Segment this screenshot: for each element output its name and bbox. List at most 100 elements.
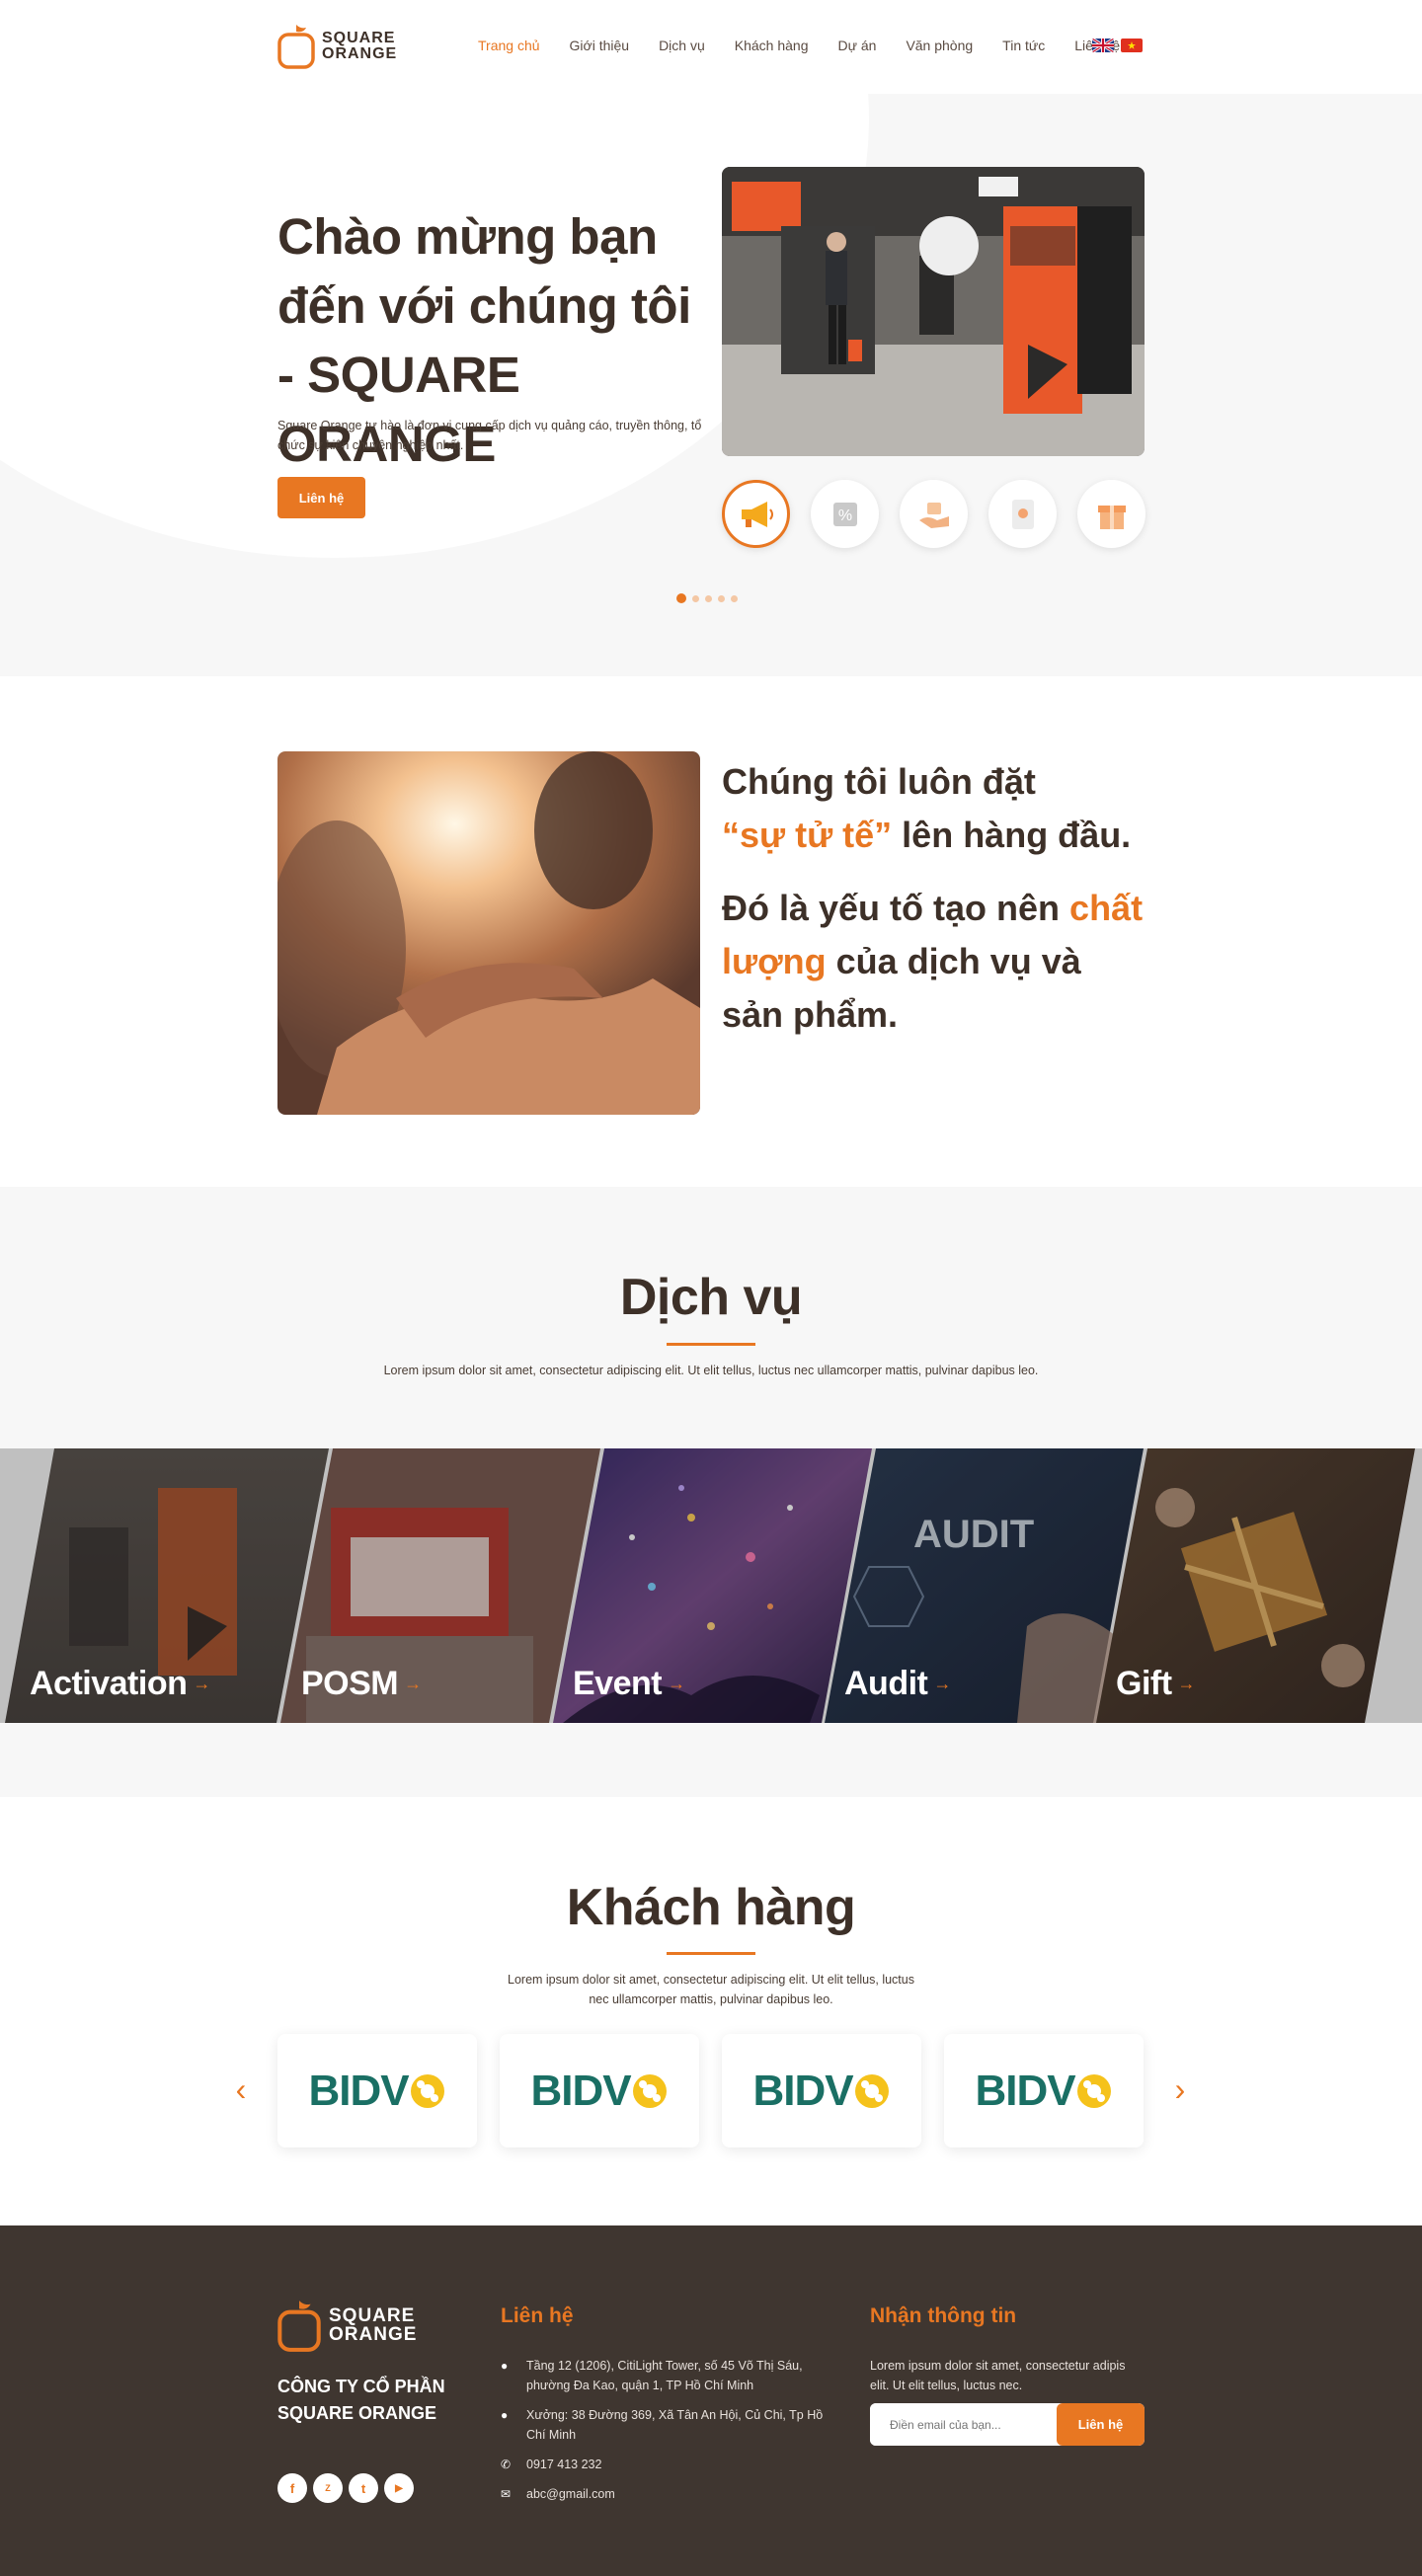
facebook-icon[interactable]: f bbox=[277, 2473, 307, 2503]
values-line-2: Đó là yếu tố tạo nên chất lượng của dịch… bbox=[722, 882, 1146, 1042]
hero-image bbox=[722, 167, 1145, 456]
youtube-icon[interactable]: ▶ bbox=[384, 2473, 414, 2503]
nav-trang-chu[interactable]: Trang chủ bbox=[478, 38, 540, 53]
footer-contact-heading: Liên hệ bbox=[501, 2304, 574, 2327]
client-name: BIDV bbox=[975, 2066, 1075, 2115]
teamwork-hands-image bbox=[277, 751, 700, 1115]
clients-title: Khách hàng bbox=[566, 1879, 856, 1936]
clients-section: Khách hàng Lorem ipsum dolor sit amet, c… bbox=[0, 1797, 1422, 2225]
service-posm-label[interactable]: POSM → bbox=[301, 1665, 422, 1703]
logo[interactable]: SQUARE ORANGE bbox=[277, 23, 397, 69]
client-card[interactable]: BIDV bbox=[722, 2034, 921, 2147]
service-activation-text: Activation bbox=[30, 1665, 188, 1702]
location-pin-icon: ● bbox=[501, 2408, 509, 2422]
hero-slider-dots bbox=[676, 593, 738, 603]
arrow-right-icon: → bbox=[1177, 1674, 1196, 1693]
service-audit-text: Audit bbox=[844, 1665, 928, 1702]
hand-gift-icon[interactable] bbox=[900, 480, 968, 548]
clients-next-arrow-icon[interactable]: › bbox=[1165, 2071, 1195, 2108]
clients-description-line2: nec ullamcorper mattis, pulvinar dapibus… bbox=[589, 1992, 833, 2006]
orange-logo-icon bbox=[277, 2301, 321, 2352]
service-event-label[interactable]: Event → bbox=[573, 1665, 685, 1703]
service-audit-label[interactable]: Audit → bbox=[844, 1665, 951, 1703]
footer-logo[interactable]: SQUARE ORANGE bbox=[277, 2298, 417, 2353]
values-line-1: Chúng tôi luôn đặt “sự tử tế” lên hàng đầ… bbox=[722, 755, 1146, 862]
service-event-text: Event bbox=[573, 1665, 663, 1702]
orange-logo-icon bbox=[277, 25, 315, 69]
flag-uk-icon[interactable] bbox=[1092, 39, 1114, 52]
services-section: Dịch vụ Lorem ipsum dolor sit amet, cons… bbox=[0, 1187, 1422, 1797]
footer-logo-line1: SQUARE bbox=[329, 2305, 416, 2326]
megaphone-icon[interactable] bbox=[722, 480, 790, 548]
newsletter-description: Lorem ipsum dolor sit amet, consectetur … bbox=[870, 2359, 1126, 2392]
bidv-flower-icon bbox=[410, 2073, 444, 2108]
service-activation-label[interactable]: Activation → bbox=[30, 1665, 210, 1703]
twitter-icon[interactable]: t bbox=[349, 2473, 378, 2503]
hero-contact-button[interactable]: Liên hệ bbox=[277, 477, 365, 518]
values-line2-text: Đó là yếu tố tạo nên bbox=[722, 888, 1070, 928]
nav-dich-vu[interactable]: Dịch vụ bbox=[659, 38, 705, 53]
bidv-logo: BIDV bbox=[975, 2067, 1112, 2116]
bidv-flower-icon bbox=[854, 2073, 889, 2108]
svg-text:%: % bbox=[837, 507, 851, 524]
client-name: BIDV bbox=[530, 2066, 631, 2115]
discount-tag-icon[interactable]: % bbox=[811, 480, 879, 548]
gift-box-icon[interactable] bbox=[1077, 480, 1146, 548]
mail-icon: ✉ bbox=[501, 2487, 512, 2501]
slider-dot-3[interactable] bbox=[705, 594, 712, 602]
values-section: Chúng tôi luôn đặt “sự tử tế” lên hàng đầ… bbox=[0, 676, 1422, 1187]
social-links: f Z t ▶ bbox=[277, 2473, 414, 2503]
contact-phone[interactable]: ✆ 0917 413 232 bbox=[501, 2455, 827, 2474]
clients-description-line1: Lorem ipsum dolor sit amet, consectetur … bbox=[508, 1973, 914, 1987]
client-name: BIDV bbox=[752, 2066, 853, 2115]
language-switcher bbox=[1092, 39, 1143, 52]
service-gift-label[interactable]: Gift → bbox=[1116, 1665, 1196, 1703]
nav-du-an[interactable]: Dự án bbox=[837, 38, 876, 53]
footer-contact-list: ● Tầng 12 (1206), CitiLight Tower, số 45 … bbox=[501, 2356, 827, 2514]
values-line1-end: lên hàng đầu. bbox=[892, 815, 1132, 855]
services-description: Lorem ipsum dolor sit amet, consectetur … bbox=[383, 1364, 1039, 1377]
nav-tin-tuc[interactable]: Tin tức bbox=[1002, 38, 1045, 53]
bidv-logo: BIDV bbox=[530, 2067, 668, 2116]
flag-vietnam-icon[interactable] bbox=[1121, 39, 1143, 52]
newsletter-submit-button[interactable]: Liên hệ bbox=[1057, 2403, 1145, 2446]
nav-van-phong[interactable]: Văn phòng bbox=[906, 38, 973, 53]
contact-address-2: ● Xưởng: 38 Đường 369, Xã Tân An Hội, Củ … bbox=[501, 2405, 827, 2445]
services-strip: AUDIT Activation → POSM → Event → Audit → Gi… bbox=[0, 1448, 1422, 1723]
client-logo-carousel: BIDV BIDV BIDV BIDV bbox=[277, 2034, 1144, 2147]
zalo-icon[interactable]: Z bbox=[313, 2473, 343, 2503]
arrow-right-icon: → bbox=[933, 1674, 951, 1693]
services-title: Dịch vụ bbox=[619, 1269, 803, 1326]
main-nav: Trang chủ Giới thiệu Dịch vụ Khách hàng … bbox=[478, 38, 1149, 53]
arrow-right-icon: → bbox=[668, 1674, 685, 1693]
footer-newsletter-heading: Nhận thông tin bbox=[870, 2304, 1017, 2327]
slider-dot-4[interactable] bbox=[718, 594, 725, 602]
client-card[interactable]: BIDV bbox=[944, 2034, 1144, 2147]
document-icon[interactable] bbox=[988, 480, 1057, 548]
contact-address-1: ● Tầng 12 (1206), CitiLight Tower, số 45 … bbox=[501, 2356, 827, 2395]
hero-section: Chào mừng bạn đến với chúng tôi - SQUARE… bbox=[0, 94, 1422, 676]
nav-khach-hang[interactable]: Khách hàng bbox=[735, 38, 809, 53]
newsletter-form: Liên hệ bbox=[870, 2403, 1145, 2446]
clients-prev-arrow-icon[interactable]: ‹ bbox=[226, 2071, 256, 2108]
client-name: BIDV bbox=[308, 2066, 409, 2115]
site-header: SQUARE ORANGE Trang chủ Giới thiệu Dịch … bbox=[0, 0, 1422, 94]
bidv-logo: BIDV bbox=[752, 2067, 890, 2116]
footer-company-name: CÔNG TY CỔ PHẦN SQUARE ORANGE bbox=[277, 2374, 445, 2427]
phone-icon: ✆ bbox=[501, 2458, 512, 2471]
contact-email[interactable]: ✉ abc@gmail.com bbox=[501, 2484, 827, 2504]
values-highlight-kindness: “sự tử tế” bbox=[722, 815, 893, 855]
nav-gioi-thieu[interactable]: Giới thiệu bbox=[570, 38, 630, 53]
slider-dot-5[interactable] bbox=[731, 594, 738, 602]
slider-dot-2[interactable] bbox=[692, 594, 699, 602]
client-card[interactable]: BIDV bbox=[277, 2034, 477, 2147]
slider-dot-1[interactable] bbox=[676, 593, 686, 603]
hero-description: Square Orange tự hào là đơn vị cung cấp … bbox=[277, 419, 702, 452]
values-line1-text: Chúng tôi luôn đặt bbox=[722, 761, 1036, 802]
newsletter-email-input[interactable] bbox=[870, 2403, 1058, 2446]
logo-text-line2: ORANGE bbox=[322, 44, 398, 62]
site-footer: SQUARE ORANGE CÔNG TY CỔ PHẦN SQUARE ORA… bbox=[0, 2225, 1422, 2576]
address1-text: Tầng 12 (1206), CitiLight Tower, số 45 V… bbox=[526, 2359, 803, 2392]
phone-text: 0917 413 232 bbox=[526, 2458, 602, 2471]
client-card[interactable]: BIDV bbox=[500, 2034, 699, 2147]
